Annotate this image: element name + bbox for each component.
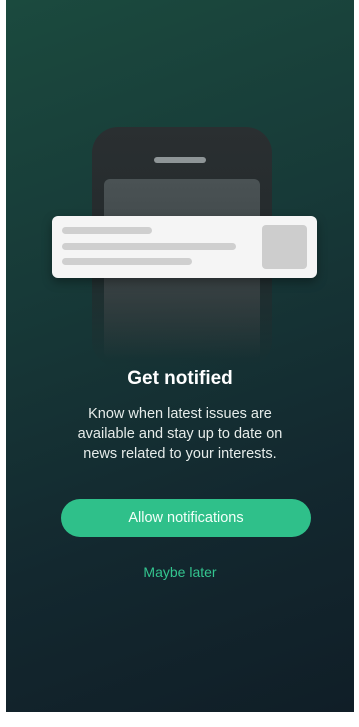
maybe-later-link[interactable]: Maybe later bbox=[6, 563, 354, 581]
notification-thumbnail-placeholder bbox=[262, 225, 307, 269]
description-text: Know when latest issues are available an… bbox=[77, 406, 283, 462]
notification-onboarding-screen: Get notified Know when latest issues are… bbox=[6, 0, 354, 712]
notification-card-icon bbox=[52, 216, 317, 278]
page-title: Get notified bbox=[127, 368, 233, 389]
notification-placeholder-line bbox=[62, 258, 192, 265]
notification-placeholder-line bbox=[62, 243, 236, 250]
phone-speaker bbox=[154, 157, 206, 163]
allow-notifications-button[interactable]: Allow notifications bbox=[61, 499, 311, 537]
notification-placeholder-line bbox=[62, 227, 152, 234]
